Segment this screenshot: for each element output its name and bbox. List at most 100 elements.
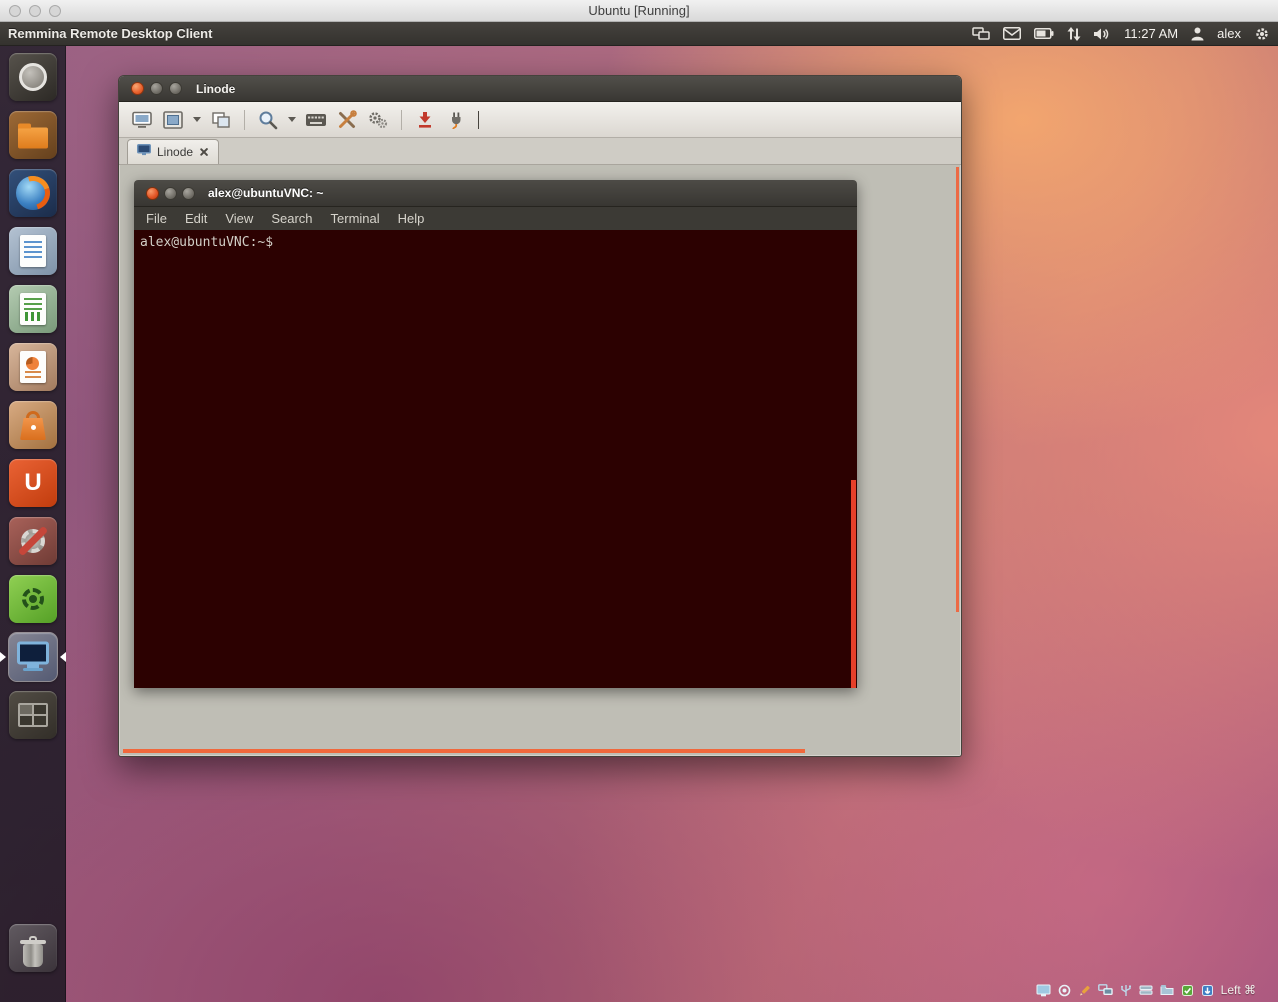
preferences-icon[interactable] <box>365 107 391 133</box>
tab-monitor-icon <box>137 143 151 161</box>
ubuntu-one-glyph: U <box>24 469 41 497</box>
network-icon[interactable] <box>972 27 990 41</box>
network-icon[interactable] <box>1098 984 1113 996</box>
remmina-tabbar: Linode <box>119 138 961 165</box>
gear-wrench-icon <box>9 517 57 565</box>
ubuntu-desktop: Remmina Remote Desktop Client <box>0 22 1278 1002</box>
virtualbox-guest-window: Ubuntu [Running] Remmina Remote Desktop … <box>0 0 1278 1002</box>
remmina-tab-linode[interactable]: Linode <box>127 139 219 164</box>
launcher-item-libreoffice-writer[interactable] <box>0 227 66 275</box>
launcher-item-system-settings[interactable] <box>0 517 66 565</box>
mouse-integration-icon[interactable] <box>1201 984 1214 997</box>
virtualbox-statusbar: Left ⌘ <box>1036 981 1256 999</box>
terminal-window: alex@ubuntuVNC: ~ File Edit View Search … <box>134 180 857 688</box>
unity-launcher: U <box>0 46 66 1002</box>
launcher-item-dash-home[interactable] <box>0 53 66 101</box>
maximize-button[interactable] <box>169 82 182 95</box>
unity-top-panel: Remmina Remote Desktop Client <box>0 22 1278 46</box>
features-icon[interactable] <box>1181 984 1194 997</box>
recording-icon[interactable] <box>1058 984 1071 997</box>
shopping-bag-icon <box>9 401 57 449</box>
usb-icon[interactable] <box>1120 984 1132 997</box>
terminal-titlebar[interactable]: alex@ubuntuVNC: ~ <box>134 180 857 207</box>
screenshot-icon[interactable] <box>412 107 438 133</box>
host-titlebar: Ubuntu [Running] <box>0 0 1278 22</box>
menu-help[interactable]: Help <box>389 211 434 226</box>
disconnect-icon[interactable] <box>443 107 469 133</box>
display-icon[interactable] <box>1036 984 1051 997</box>
firefox-icon <box>9 169 57 217</box>
tab-label: Linode <box>157 145 193 159</box>
panel-app-title: Remmina Remote Desktop Client <box>8 26 212 41</box>
zoom-icon[interactable] <box>255 107 281 133</box>
host-window-title: Ubuntu [Running] <box>0 0 1278 22</box>
remote-desktop-view[interactable]: alex@ubuntuVNC: ~ File Edit View Search … <box>120 165 960 755</box>
remmina-window-title: Linode <box>196 82 235 96</box>
impress-presentation-icon <box>9 343 57 391</box>
zoom-dropdown-icon[interactable] <box>286 107 298 133</box>
dash-home-icon <box>9 53 57 101</box>
remmina-toolbar <box>119 102 961 138</box>
indicator-area: 11:27 AM alex <box>972 26 1278 42</box>
trash-icon <box>9 924 57 972</box>
launcher-item-trash[interactable] <box>0 924 66 972</box>
minimize-button[interactable] <box>164 187 177 200</box>
menu-edit[interactable]: Edit <box>176 211 216 226</box>
launcher-item-software-updater[interactable] <box>0 575 66 623</box>
launcher-item-libreoffice-calc[interactable] <box>0 285 66 333</box>
sync-arrows-icon[interactable] <box>1067 27 1081 41</box>
session-gear-icon[interactable] <box>1254 26 1270 42</box>
launcher-item-software-center[interactable] <box>0 401 66 449</box>
close-button[interactable] <box>146 187 159 200</box>
menu-view[interactable]: View <box>216 211 262 226</box>
clock[interactable]: 11:27 AM <box>1124 26 1178 41</box>
terminal-window-title: alex@ubuntuVNC: ~ <box>208 186 323 200</box>
toolbar-separator <box>401 110 402 130</box>
remote-edge-artifact <box>851 480 856 688</box>
running-indicator-arrow <box>0 652 6 662</box>
mail-icon[interactable] <box>1003 27 1021 40</box>
user-menu[interactable]: alex <box>1217 26 1241 41</box>
remmina-monitor-icon <box>9 633 57 681</box>
ubuntu-one-icon: U <box>9 459 57 507</box>
menu-search[interactable]: Search <box>262 211 321 226</box>
remote-edge-artifact <box>123 749 805 753</box>
launcher-item-libreoffice-impress[interactable] <box>0 343 66 391</box>
battery-icon[interactable] <box>1034 28 1054 39</box>
user-icon <box>1191 27 1204 41</box>
keyboard-icon[interactable] <box>303 107 329 133</box>
remmina-titlebar[interactable]: Linode <box>119 76 961 102</box>
launcher-item-home-folder[interactable] <box>0 111 66 159</box>
volume-icon[interactable] <box>1094 27 1111 41</box>
viewport-icon[interactable] <box>129 107 155 133</box>
remmina-window: Linode <box>118 75 962 757</box>
toolbar-separator <box>244 110 245 130</box>
menu-terminal[interactable]: Terminal <box>322 211 389 226</box>
launcher-item-workspace-switcher[interactable] <box>0 691 66 739</box>
launcher-item-ubuntu-one[interactable]: U <box>0 459 66 507</box>
pencil-icon[interactable] <box>1078 984 1091 997</box>
shared-folders-icon[interactable] <box>1160 984 1174 996</box>
launcher-item-firefox[interactable] <box>0 169 66 217</box>
minimize-button[interactable] <box>150 82 163 95</box>
close-button[interactable] <box>131 82 144 95</box>
duplicate-icon[interactable] <box>208 107 234 133</box>
folder-icon <box>9 111 57 159</box>
hdd-icon[interactable] <box>1139 984 1153 996</box>
focused-indicator-arrow <box>60 652 66 662</box>
host-key-label: Left ⌘ <box>1221 983 1256 997</box>
launcher-item-remmina[interactable] <box>0 633 66 681</box>
workspace-grid-icon <box>9 691 57 739</box>
fullscreen-dropdown-icon[interactable] <box>191 107 203 133</box>
fullscreen-icon[interactable] <box>160 107 186 133</box>
terminal-menubar: File Edit View Search Terminal Help <box>134 207 857 230</box>
maximize-button[interactable] <box>182 187 195 200</box>
remote-edge-artifact <box>956 167 959 612</box>
tab-close-icon[interactable] <box>199 147 209 157</box>
menu-file[interactable]: File <box>137 211 176 226</box>
tools-icon[interactable] <box>334 107 360 133</box>
updater-gear-icon <box>9 575 57 623</box>
calc-spreadsheet-icon <box>9 285 57 333</box>
terminal-screen[interactable]: alex@ubuntuVNC:~$ <box>134 230 857 688</box>
writer-document-icon <box>9 227 57 275</box>
